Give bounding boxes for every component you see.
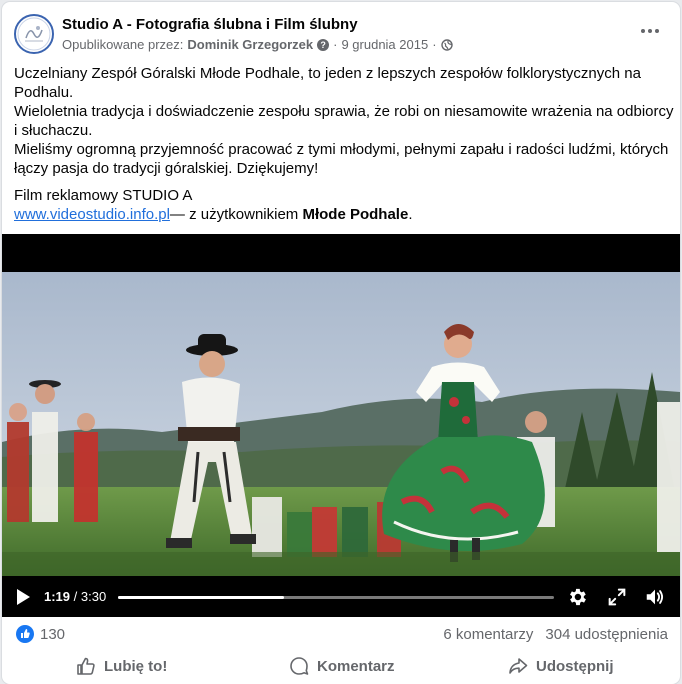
post-date[interactable]: 9 grudnia 2015 bbox=[341, 37, 428, 52]
like-count[interactable]: 130 bbox=[40, 626, 65, 643]
video-time: 1:19 / 3:30 bbox=[44, 589, 106, 604]
comment-button[interactable]: Komentarz bbox=[289, 648, 395, 684]
comments-count[interactable]: 6 komentarzy bbox=[443, 626, 533, 643]
website-link[interactable]: www.videostudio.info.pl bbox=[14, 206, 170, 223]
published-by-label: Opublikowane przez: bbox=[62, 37, 184, 52]
meta-separator: · bbox=[333, 37, 338, 52]
post-text: Uczelniany Zespół Góralski Młode Podhale… bbox=[14, 64, 674, 224]
with-text: — z użytkownikiem bbox=[169, 206, 303, 223]
meta-separator-2: · bbox=[432, 37, 437, 52]
post-meta: Opublikowane przez: Dominik Grzegorzek ?… bbox=[62, 37, 453, 52]
post-paragraph-3: Mieliśmy ogromną przyjemność pracować z … bbox=[14, 141, 669, 177]
reactions-bar: 130 6 komentarzy 304 udostępnienia bbox=[14, 623, 668, 645]
post-paragraph-2: Wieloletnia tradycja i doświadczenie zes… bbox=[14, 103, 674, 139]
video-frame[interactable] bbox=[2, 272, 680, 576]
tagged-user-link[interactable]: Młode Podhale bbox=[302, 206, 408, 223]
video-progress-bar[interactable] bbox=[118, 596, 554, 599]
share-icon bbox=[509, 658, 528, 674]
settings-icon[interactable] bbox=[566, 586, 588, 608]
time-separator: / bbox=[70, 589, 81, 604]
question-icon[interactable]: ? bbox=[317, 38, 330, 51]
film-label: Film reklamowy STUDIO A bbox=[14, 187, 193, 204]
page-avatar[interactable] bbox=[14, 14, 54, 54]
play-icon[interactable] bbox=[14, 588, 32, 606]
comment-label: Komentarz bbox=[317, 657, 395, 675]
post-card: Studio A - Fotografia ślubna i Film ślub… bbox=[2, 2, 680, 684]
period: . bbox=[408, 206, 413, 223]
thumbs-up-icon bbox=[77, 657, 95, 675]
volume-icon[interactable] bbox=[644, 586, 666, 608]
video-controls: 1:19 / 3:30 bbox=[2, 576, 680, 617]
video-player[interactable]: 1:19 / 3:30 bbox=[2, 234, 680, 617]
comment-icon bbox=[290, 657, 309, 675]
like-reaction-icon[interactable] bbox=[16, 625, 34, 643]
share-label: Udostępnij bbox=[536, 657, 614, 675]
like-button[interactable]: Lubię to! bbox=[76, 648, 167, 684]
duration: 3:30 bbox=[80, 589, 107, 604]
video-progress-fill bbox=[118, 596, 284, 599]
current-time: 1:19 bbox=[44, 589, 71, 604]
share-button[interactable]: Udostępnij bbox=[508, 648, 614, 684]
shares-count[interactable]: 304 udostępnienia bbox=[545, 626, 668, 643]
link-line: www.videostudio.info.pl— z użytkownikiem… bbox=[14, 205, 674, 224]
post-actions: Lubię to! Komentarz Udostępnij bbox=[2, 648, 680, 684]
globe-icon[interactable] bbox=[440, 38, 453, 51]
like-label: Lubię to! bbox=[104, 657, 168, 675]
post-paragraph-1: Uczelniany Zespół Góralski Młode Podhale… bbox=[14, 65, 641, 101]
more-options-icon[interactable] bbox=[636, 21, 664, 41]
page-name[interactable]: Studio A - Fotografia ślubna i Film ślub… bbox=[62, 16, 358, 33]
fullscreen-icon[interactable] bbox=[606, 586, 628, 608]
author-link[interactable]: Dominik Grzegorzek bbox=[187, 37, 313, 52]
engagement-counts: 6 komentarzy 304 udostępnienia bbox=[443, 626, 668, 643]
post-header: Studio A - Fotografia ślubna i Film ślub… bbox=[14, 13, 668, 57]
